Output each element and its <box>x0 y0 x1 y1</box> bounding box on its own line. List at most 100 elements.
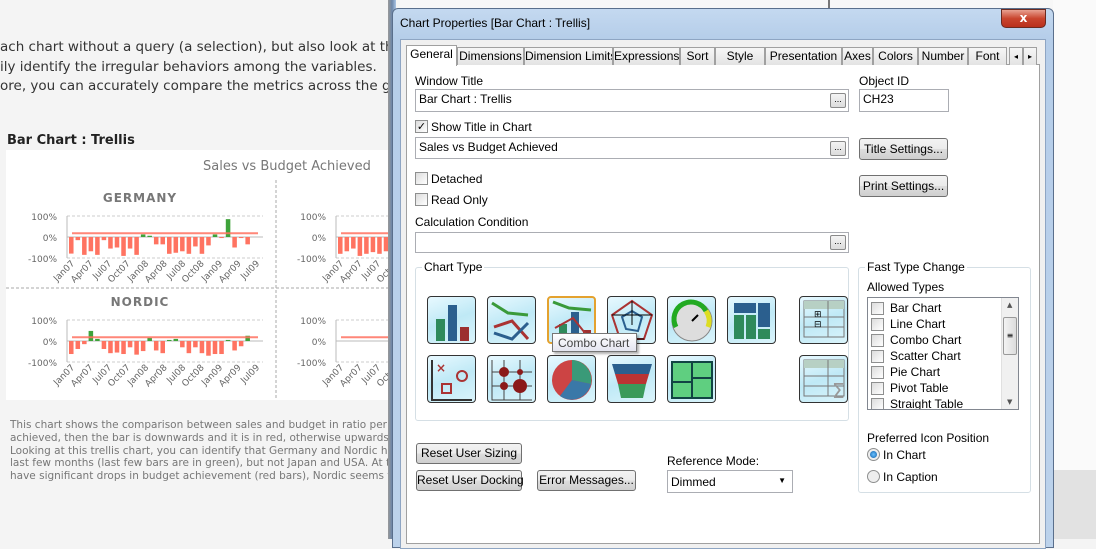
tab-colors[interactable]: Colors <box>873 47 918 65</box>
bar <box>364 237 369 254</box>
in-chart-radio[interactable] <box>867 448 880 461</box>
allowed-type-item[interactable]: Pie Chart <box>871 364 940 380</box>
calc-condition-input[interactable]: ... <box>415 232 849 253</box>
dialog-title: Chart Properties [Bar Chart : Trellis] <box>400 16 591 30</box>
bar <box>344 237 350 252</box>
bar <box>114 237 120 248</box>
read-only-checkbox[interactable] <box>415 193 428 206</box>
mekko-chart-button[interactable] <box>667 355 716 403</box>
pivot-table-button[interactable]: ⊞ ⊟ <box>799 296 848 344</box>
scatter-chart-button[interactable]: × <box>427 355 476 403</box>
x-tick-label: Jul09 <box>239 363 263 387</box>
title-text-input[interactable]: Sales vs Budget Achieved... <box>415 137 849 159</box>
tab-scroll-left-icon[interactable]: ◂ <box>1009 47 1023 65</box>
pane-title: GERMANY <box>103 191 177 205</box>
grid-chart-button[interactable] <box>487 355 536 403</box>
bar-chart-icon <box>436 305 469 341</box>
title-settings-button[interactable]: Title Settings... <box>859 138 948 160</box>
window-title-input[interactable]: Bar Chart : Trellis... <box>415 89 849 112</box>
pie-chart-button[interactable] <box>547 355 596 403</box>
detached-checkbox[interactable] <box>415 172 428 185</box>
allowed-type-item[interactable]: Line Chart <box>871 316 945 332</box>
tab-presentation[interactable]: Presentation <box>765 47 842 65</box>
allowed-type-checkbox[interactable] <box>871 317 884 331</box>
bar-chart-button[interactable] <box>427 296 476 344</box>
print-settings-button[interactable]: Print Settings... <box>859 175 948 197</box>
bar <box>114 341 120 353</box>
tab-general[interactable]: General <box>406 45 457 66</box>
allowed-type-label: Pie Chart <box>890 365 941 379</box>
object-id-input[interactable]: CH23 <box>859 89 949 112</box>
straight-table-button[interactable]: Σ <box>799 355 848 403</box>
block-chart-button[interactable] <box>727 296 776 344</box>
tab-expressions[interactable]: Expressions <box>613 47 680 65</box>
scroll-down-icon[interactable]: ▼ <box>1007 398 1012 406</box>
chart-description: This chart shows the comparison between … <box>10 419 390 483</box>
reset-user-sizing-button[interactable]: Reset User Sizing <box>416 443 522 464</box>
allowed-type-item[interactable]: Pivot Table <box>871 380 948 396</box>
fast-type-change-label: Fast Type Change <box>865 260 967 274</box>
allowed-type-checkbox[interactable] <box>871 349 884 363</box>
window-title-expression-button[interactable]: ... <box>830 93 846 108</box>
scroll-up-icon[interactable]: ▲ <box>1007 301 1012 309</box>
in-caption-label: In Caption <box>883 470 938 484</box>
allowed-type-checkbox[interactable] <box>871 381 884 395</box>
show-title-checkbox[interactable]: ✓ <box>415 120 428 133</box>
allowed-type-item[interactable]: Bar Chart <box>871 300 941 316</box>
read-only-label: Read Only <box>431 193 488 207</box>
allowed-type-checkbox[interactable] <box>871 397 884 409</box>
line-chart-button[interactable] <box>487 296 536 344</box>
close-button[interactable]: x <box>1001 9 1046 28</box>
allowed-type-item[interactable]: Combo Chart <box>871 332 961 348</box>
allowed-types-label: Allowed Types <box>867 280 945 294</box>
scroll-thumb[interactable]: ≡ <box>1003 317 1017 355</box>
tab-scroll-right-icon[interactable]: ▸ <box>1023 47 1037 65</box>
title-expression-button[interactable]: ... <box>830 141 846 156</box>
allowed-type-checkbox[interactable] <box>871 365 884 379</box>
bar <box>95 237 100 255</box>
bar <box>134 341 139 355</box>
tab-axes[interactable]: Axes <box>842 47 873 65</box>
object-caption[interactable]: Bar Chart : Trellis <box>7 133 135 148</box>
tab-style[interactable]: Style <box>715 47 765 65</box>
tab-dimensions[interactable]: Dimensions <box>457 47 524 65</box>
tab-number[interactable]: Number <box>918 47 968 65</box>
description-line: This chart shows the comparison between … <box>10 419 390 431</box>
intro-line: ily identify the irregular behaviors amo… <box>0 58 377 75</box>
straight-table-icon: Σ <box>803 359 845 402</box>
scatter-chart-icon: × <box>431 360 472 401</box>
calc-condition-expression-button[interactable]: ... <box>830 235 846 250</box>
bar <box>238 341 244 347</box>
funnel-chart-button[interactable] <box>607 355 656 403</box>
gauge-chart-button[interactable] <box>667 296 716 344</box>
window-title-label: Window Title <box>415 74 484 88</box>
reset-user-docking-button[interactable]: Reset User Docking <box>416 470 524 491</box>
description-line: last few months (last few bars are in gr… <box>10 457 390 470</box>
bar <box>377 237 382 254</box>
bar <box>140 341 146 352</box>
tab-font[interactable]: Font <box>968 47 1007 65</box>
reference-mode-select[interactable]: Dimmed ▼ <box>667 470 793 493</box>
allowed-types-list[interactable]: Bar Chart Line Chart Combo Chart Scatter Ch… <box>867 297 1019 410</box>
background-window-right <box>1053 0 1096 470</box>
allowed-type-item[interactable]: Scatter Chart <box>871 348 961 364</box>
list-scrollbar[interactable]: ▲ ≡ ▼ <box>1001 298 1018 409</box>
tab-sort[interactable]: Sort <box>680 47 715 65</box>
svg-text:⊞: ⊞ <box>814 310 822 320</box>
line-chart-icon <box>491 301 530 341</box>
allowed-type-checkbox[interactable] <box>871 301 884 315</box>
tab-dimension-limits[interactable]: Dimension Limits <box>524 47 613 65</box>
allowed-type-item[interactable]: Straight Table <box>871 396 963 409</box>
bar <box>245 237 250 245</box>
y-tick-label: -100% <box>28 255 57 265</box>
allowed-type-checkbox[interactable] <box>871 333 884 347</box>
bar <box>108 341 113 354</box>
bar <box>147 235 152 237</box>
background-window <box>400 0 1096 8</box>
in-caption-radio[interactable] <box>867 470 880 483</box>
error-messages-button[interactable]: Error Messages... <box>537 470 636 491</box>
y-tick-label: 100% <box>300 317 326 327</box>
bar <box>160 237 165 245</box>
trellis-chart[interactable]: Sales vs Budget Achieved GERMANY 100% 0% -1… <box>6 150 396 400</box>
pivot-table-icon: ⊞⊟ <box>803 300 845 338</box>
